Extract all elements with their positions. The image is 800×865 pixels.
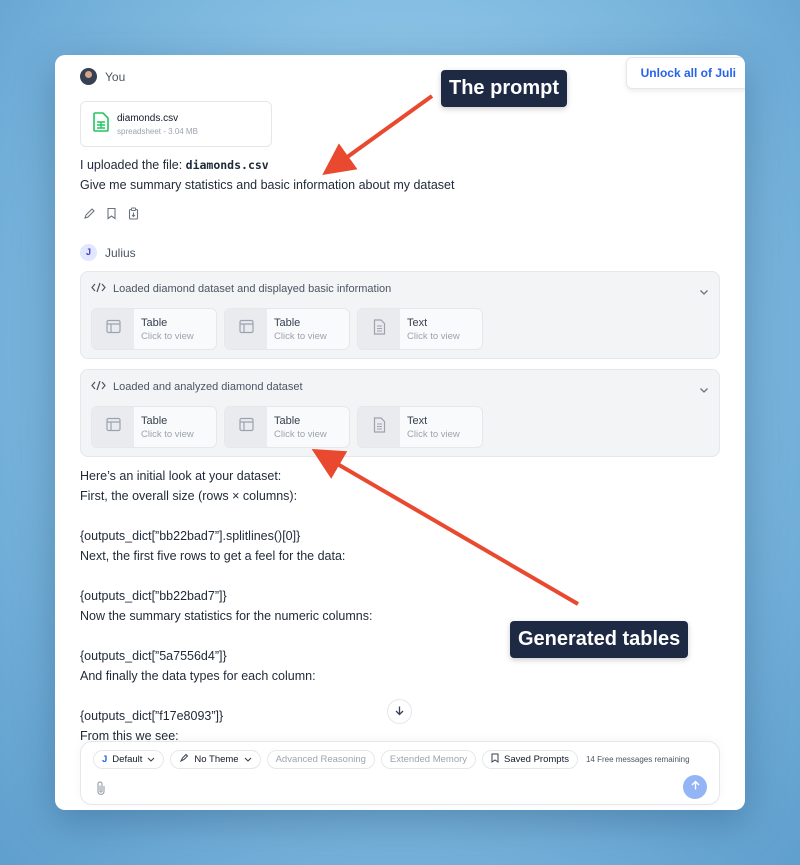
- panel-title: Loaded diamond dataset and displayed bas…: [113, 283, 392, 295]
- chip-subtitle: Click to view: [141, 428, 194, 440]
- response-line: And finally the data types for each colu…: [80, 669, 316, 683]
- spreadsheet-icon: [93, 111, 109, 137]
- theme-label: No Theme: [194, 754, 239, 765]
- chip-subtitle: Click to view: [274, 330, 327, 342]
- file-meta: spreadsheet - 3.04 MB: [117, 126, 198, 136]
- document-icon: [373, 416, 386, 438]
- model-label: Default: [112, 754, 143, 765]
- scroll-to-bottom-button[interactable]: [387, 699, 412, 724]
- rocket-icon: [179, 753, 189, 766]
- response-line: {outputs_dict[”bb22bad7”]}: [80, 589, 227, 603]
- chip-title: Table: [274, 414, 301, 427]
- assistant-message-header: J Julius: [80, 244, 136, 261]
- theme-select[interactable]: No Theme: [170, 750, 261, 769]
- chip-title: Table: [141, 316, 168, 329]
- response-line: {outputs_dict[”5a7556d4”]}: [80, 649, 227, 663]
- chevron-down-icon: [244, 754, 252, 765]
- chip-subtitle: Click to view: [274, 428, 327, 440]
- saved-prompts-button[interactable]: Saved Prompts: [482, 750, 578, 769]
- advanced-reasoning-label: Advanced Reasoning: [275, 754, 366, 765]
- code-icon: [91, 380, 106, 394]
- user-line2: Give me summary statistics and basic inf…: [80, 178, 455, 192]
- extended-memory-toggle[interactable]: Extended Memory: [380, 750, 477, 769]
- model-letter: J: [102, 754, 108, 765]
- table-icon: [105, 319, 121, 339]
- code-icon: [91, 282, 106, 296]
- output-chip-text[interactable]: Text Click to view: [357, 308, 483, 350]
- response-line: First, the overall size (rows × columns)…: [80, 489, 298, 503]
- code-step-panel-2[interactable]: Loaded and analyzed diamond dataset Tabl…: [80, 369, 720, 457]
- code-step-panel-1[interactable]: Loaded diamond dataset and displayed bas…: [80, 271, 720, 359]
- user-line1-filename: diamonds.csv: [185, 158, 269, 172]
- table-icon: [105, 417, 121, 437]
- table-icon: [238, 319, 254, 339]
- response-line: Next, the first five rows to get a feel …: [80, 549, 346, 563]
- output-chip-table[interactable]: Table Click to view: [91, 406, 217, 448]
- panel-title: Loaded and analyzed diamond dataset: [113, 381, 303, 393]
- response-line: Here’s an initial look at your dataset:: [80, 469, 282, 483]
- message-composer: J Default No Theme Advanced Reasoning Ex…: [80, 741, 720, 805]
- chevron-down-icon: [147, 754, 155, 765]
- model-select[interactable]: J Default: [93, 750, 165, 769]
- response-line: {outputs_dict[”f17e8093”]}: [80, 709, 224, 723]
- attached-file-card[interactable]: diamonds.csv spreadsheet - 3.04 MB: [80, 101, 272, 147]
- unlock-upgrade-button[interactable]: Unlock all of Juli: [625, 57, 745, 89]
- user-avatar: [80, 68, 97, 85]
- response-line: {outputs_dict[”bb22bad7”].splitlines()[0…: [80, 529, 301, 543]
- arrow-down-icon: [394, 703, 405, 721]
- bookmark-icon[interactable]: [105, 207, 118, 220]
- free-messages-remaining: 14 Free messages remaining: [585, 755, 690, 764]
- message-actions: [83, 207, 140, 220]
- user-message-header: You: [80, 68, 125, 85]
- response-line: Now the summary statistics for the numer…: [80, 609, 373, 623]
- chip-subtitle: Click to view: [407, 428, 460, 440]
- extended-memory-label: Extended Memory: [389, 754, 468, 765]
- prompt-callout: The prompt: [441, 70, 567, 107]
- chip-subtitle: Click to view: [407, 330, 460, 342]
- output-chip-text[interactable]: Text Click to view: [357, 406, 483, 448]
- assistant-name: Julius: [105, 245, 136, 260]
- chip-title: Table: [274, 316, 301, 329]
- user-line1-prefix: I uploaded the file:: [80, 158, 186, 172]
- output-chip-table[interactable]: Table Click to view: [224, 308, 350, 350]
- chevron-down-icon[interactable]: [699, 381, 709, 399]
- chat-window: Unlock all of Juli You diamonds.csv spre…: [55, 55, 745, 810]
- chevron-down-icon[interactable]: [699, 283, 709, 301]
- user-name: You: [105, 69, 126, 84]
- send-button[interactable]: [683, 775, 707, 799]
- advanced-reasoning-toggle[interactable]: Advanced Reasoning: [266, 750, 375, 769]
- chip-title: Text: [407, 414, 428, 427]
- user-message-text: I uploaded the file: diamonds.csv Give m…: [80, 155, 454, 195]
- output-chip-table[interactable]: Table Click to view: [224, 406, 350, 448]
- pencil-icon[interactable]: [83, 207, 96, 220]
- arrow-up-icon: [690, 778, 701, 796]
- file-name: diamonds.csv: [117, 112, 179, 124]
- document-icon: [373, 318, 386, 340]
- tables-callout: Generated tables: [510, 621, 689, 658]
- assistant-avatar: J: [80, 244, 97, 261]
- clipboard-icon[interactable]: [127, 207, 140, 220]
- bookmark-icon: [491, 753, 499, 766]
- chip-title: Table: [141, 414, 168, 427]
- paperclip-icon[interactable]: [95, 780, 107, 801]
- chip-subtitle: Click to view: [141, 330, 194, 342]
- output-chip-table[interactable]: Table Click to view: [91, 308, 217, 350]
- table-icon: [238, 417, 254, 437]
- chip-title: Text: [407, 316, 428, 329]
- saved-prompts-label: Saved Prompts: [504, 754, 569, 765]
